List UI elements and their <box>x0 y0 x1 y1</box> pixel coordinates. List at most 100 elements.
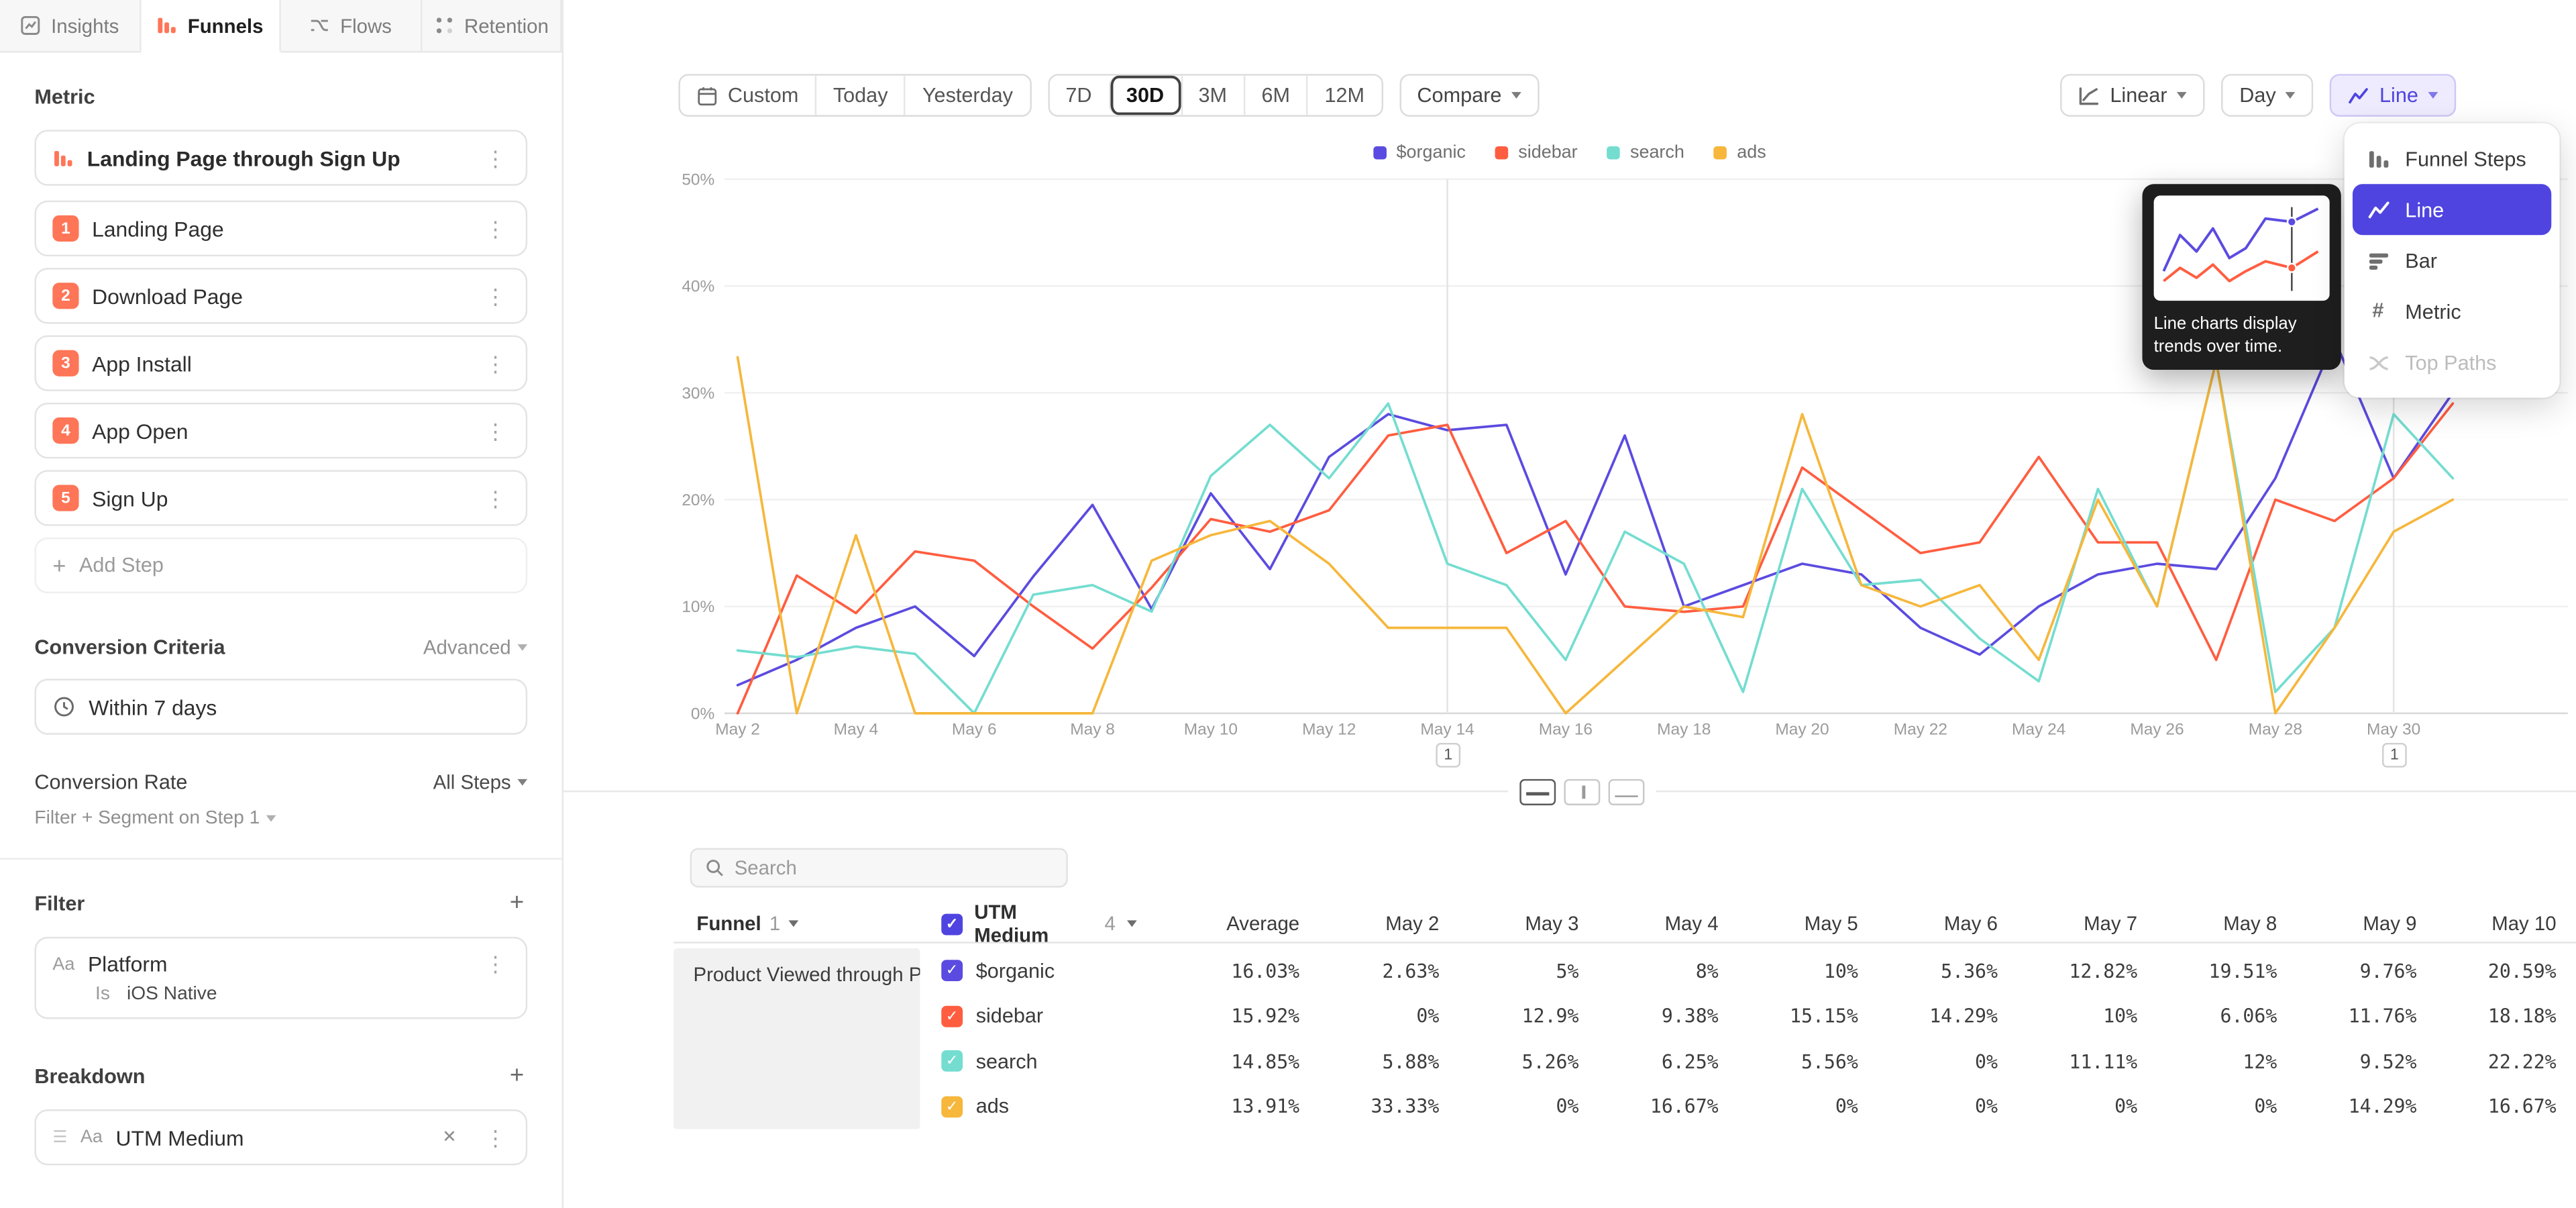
table-row-search: ✓search14.85%5.88%5.26%6.25%5.56%0%11.11… <box>920 1039 2576 1084</box>
drag-handle-icon[interactable]: ☰ <box>52 1128 67 1146</box>
column-header-may-4[interactable]: May 4 <box>1595 912 1735 935</box>
add-step-button[interactable]: + Add Step <box>34 538 527 593</box>
legend-item-ads[interactable]: ads <box>1714 143 1766 162</box>
column-header-may-10[interactable]: May 10 <box>2433 912 2573 935</box>
funnel-step-5[interactable]: 5Sign Up⋮ <box>34 470 527 525</box>
range-7d-button[interactable]: 7D <box>1049 76 1108 115</box>
column-header-may-9[interactable]: May 9 <box>2294 912 2433 935</box>
add-filter-button[interactable]: + <box>506 889 527 917</box>
filter-operator[interactable]: Is <box>95 985 110 1004</box>
table-body: Product Viewed through P... ✓$organic16.… <box>674 948 2576 1129</box>
menu-item-bar[interactable]: Bar <box>2353 235 2551 286</box>
kebab-menu-icon[interactable]: ⋮ <box>482 487 510 509</box>
kebab-menu-icon[interactable]: ⋮ <box>482 953 510 974</box>
day-granularity-button[interactable]: Day <box>2221 74 2314 117</box>
chart-type-button[interactable]: Line <box>2330 74 2457 117</box>
row-checkbox[interactable]: ✓ <box>941 1051 963 1072</box>
kebab-menu-icon[interactable]: ⋮ <box>482 352 510 374</box>
column-header-may-8[interactable]: May 8 <box>2154 912 2294 935</box>
column-header-may-3[interactable]: May 3 <box>1456 912 1595 935</box>
legend-item-search[interactable]: search <box>1607 143 1684 162</box>
close-icon[interactable]: ✕ <box>437 1127 462 1147</box>
tab-insights[interactable]: Insights <box>0 0 140 51</box>
layout-chart-only-button[interactable] <box>1609 779 1645 805</box>
tab-retention[interactable]: Retention <box>421 0 561 51</box>
advanced-dropdown[interactable]: Advanced <box>423 636 527 659</box>
row-checkbox[interactable]: ✓ <box>941 1096 963 1117</box>
average-value: 16.03% <box>1137 960 1316 983</box>
today-button[interactable]: Today <box>815 76 904 115</box>
average-column-header[interactable]: Average <box>1137 912 1316 935</box>
legend-item-organic[interactable]: $organic <box>1373 143 1466 162</box>
yesterday-button[interactable]: Yesterday <box>904 76 1029 115</box>
column-header-may-2[interactable]: May 2 <box>1316 912 1456 935</box>
filter-segment-toggle[interactable]: Filter + Segment on Step 1 <box>34 809 527 828</box>
plus-icon: + <box>52 554 66 576</box>
kebab-menu-icon[interactable]: ⋮ <box>482 420 510 442</box>
add-breakdown-button[interactable]: + <box>506 1062 527 1090</box>
range-30d-button[interactable]: 30D <box>1108 76 1181 115</box>
annotation-badge[interactable]: 1 <box>2382 743 2407 768</box>
funnel-step-3[interactable]: 3App Install⋮ <box>34 336 527 391</box>
line-chart-preview <box>2154 195 2330 301</box>
range-3m-button[interactable]: 3M <box>1181 76 1244 115</box>
layout-split-horizontal-button[interactable] <box>1519 779 1556 805</box>
menu-item-line[interactable]: Line <box>2353 184 2551 235</box>
tab-flows[interactable]: Flows <box>281 0 421 51</box>
filter-value[interactable]: iOS Native <box>127 985 217 1004</box>
funnel-col-count: 1 <box>769 912 780 935</box>
compare-button[interactable]: Compare <box>1399 74 1539 117</box>
legend-label: ads <box>1737 143 1766 162</box>
date-preset-group: Custom Today Yesterday <box>678 74 1030 117</box>
custom-date-button[interactable]: Custom <box>680 76 815 115</box>
kebab-menu-icon[interactable]: ⋮ <box>482 1127 510 1148</box>
svg-text:May 14: May 14 <box>1420 721 1474 739</box>
svg-text:40%: 40% <box>682 278 714 296</box>
yesterday-label: Yesterday <box>922 84 1013 107</box>
cell-value: 0% <box>1316 1005 1456 1027</box>
cell-value: 0% <box>1735 1095 1874 1118</box>
linear-scale-button[interactable]: Linear <box>2061 74 2205 117</box>
breakdown-column-header[interactable]: ✓ UTM Medium 4 <box>920 901 1136 947</box>
tab-funnels[interactable]: Funnels <box>140 0 280 52</box>
breakdown-card-utm[interactable]: ☰ Aa UTM Medium ✕ ⋮ <box>34 1109 527 1165</box>
row-checkbox[interactable]: ✓ <box>941 1005 963 1027</box>
layout-split-vertical-button[interactable] <box>1564 779 1600 805</box>
legend-item-sidebar[interactable]: sidebar <box>1495 143 1578 162</box>
chevron-down-icon <box>1127 920 1137 927</box>
chart-type-tooltip: Line charts display trends over time. <box>2142 184 2341 370</box>
funnel-column-header[interactable]: Funnel 1 <box>674 912 920 935</box>
column-header-may-5[interactable]: May 5 <box>1735 912 1874 935</box>
legend-swatch <box>1495 146 1509 160</box>
conversion-window-card[interactable]: Within 7 days <box>34 678 527 734</box>
step-number-badge: 3 <box>52 350 78 376</box>
all-steps-dropdown[interactable]: All Steps <box>433 771 527 794</box>
svg-text:May 12: May 12 <box>1302 721 1356 739</box>
filter-card-platform[interactable]: Aa Platform ⋮ Is iOS Native <box>34 937 527 1019</box>
cell-value: 0% <box>1874 1050 2014 1072</box>
range-12m-button[interactable]: 12M <box>1307 76 1381 115</box>
menu-item-funnel-steps[interactable]: Funnel Steps <box>2353 133 2551 184</box>
funnel-step-4[interactable]: 4App Open⋮ <box>34 403 527 458</box>
column-header-may-7[interactable]: May 7 <box>2014 912 2153 935</box>
column-header-may-6[interactable]: May 6 <box>1874 912 2014 935</box>
annotation-badge[interactable]: 1 <box>1436 743 1460 768</box>
select-all-checkbox[interactable]: ✓ <box>941 913 963 934</box>
funnel-step-cell[interactable]: Product Viewed through P... <box>674 948 920 1129</box>
range-6m-button[interactable]: 6M <box>1244 76 1307 115</box>
legend-label: sidebar <box>1518 143 1577 162</box>
funnel-step-1[interactable]: 1Landing Page⋮ <box>34 201 527 256</box>
kebab-menu-icon[interactable]: ⋮ <box>482 217 510 239</box>
row-checkbox[interactable]: ✓ <box>941 960 963 982</box>
kebab-menu-icon[interactable]: ⋮ <box>482 147 510 168</box>
funnel-title-card[interactable]: Landing Page through Sign Up ⋮ <box>34 130 527 185</box>
search-input[interactable] <box>735 856 1053 879</box>
menu-item-metric[interactable]: #Metric <box>2353 286 2551 337</box>
legend-label: search <box>1630 143 1684 162</box>
clock-icon <box>52 695 75 718</box>
kebab-menu-icon[interactable]: ⋮ <box>482 285 510 307</box>
day-label: Day <box>2239 84 2275 107</box>
linear-label: Linear <box>2110 84 2167 107</box>
cell-value: 9.52% <box>2294 1050 2433 1072</box>
funnel-step-2[interactable]: 2Download Page⋮ <box>34 268 527 323</box>
